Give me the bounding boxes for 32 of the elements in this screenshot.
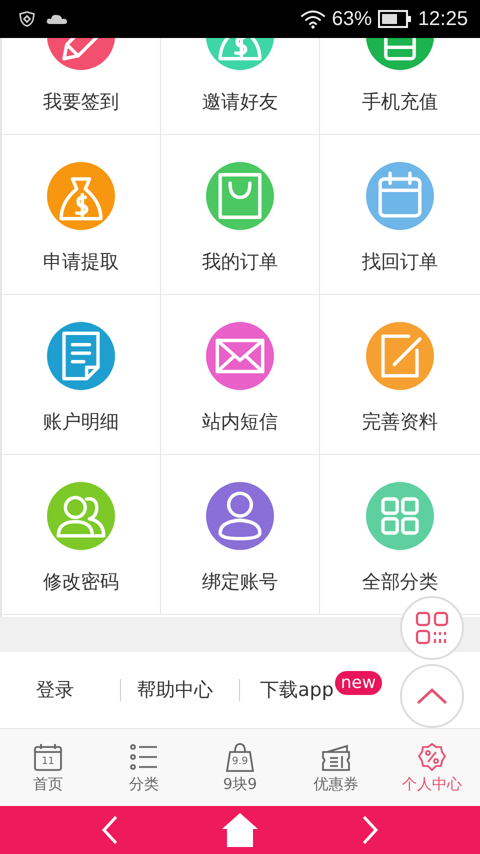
tab[interactable]: 9.9 9块9 [192,729,288,806]
menu-tile[interactable]: 修改密码 [2,455,161,615]
wifi-icon [300,9,326,29]
menu-tile[interactable]: 邀请好友 [161,38,320,135]
footer-link[interactable]: 帮助中心 [137,677,213,703]
home-icon[interactable] [221,812,259,848]
footer-link[interactable]: 登录 [36,677,74,703]
menu-tile[interactable]: 我要签到 [2,38,161,135]
tab[interactable]: 优惠券 [288,729,384,806]
tab[interactable]: 分类 [96,729,192,806]
clock-time: 12:25 [418,8,468,30]
menu-tile[interactable]: 完善资料 [320,295,480,455]
menu-tile[interactable]: 我的订单 [161,135,320,295]
footer-link[interactable]: 下载app [260,677,334,703]
menu-tile[interactable]: 申请提取 [2,135,161,295]
menu-tile[interactable]: 绑定账号 [161,455,320,615]
new-badge: new [334,671,382,695]
chevron-up-icon [416,687,448,705]
menu-tile[interactable]: 手机充值 [320,38,480,135]
shield-icon [18,10,36,28]
menu-tile[interactable]: 站内短信 [161,295,320,455]
list-icon [129,742,159,772]
menu-tile[interactable]: 账户明细 [2,295,161,455]
tab[interactable]: 11 首页 [0,729,96,806]
forward-icon[interactable] [361,815,379,845]
percent-badge-icon [417,742,447,772]
qr-code-icon [415,611,449,645]
back-icon[interactable] [101,815,119,845]
cloud-icon [46,13,68,25]
battery-percent: 63% [332,8,372,30]
battery-icon [378,9,412,29]
menu-tile[interactable]: 找回订单 [320,135,480,295]
